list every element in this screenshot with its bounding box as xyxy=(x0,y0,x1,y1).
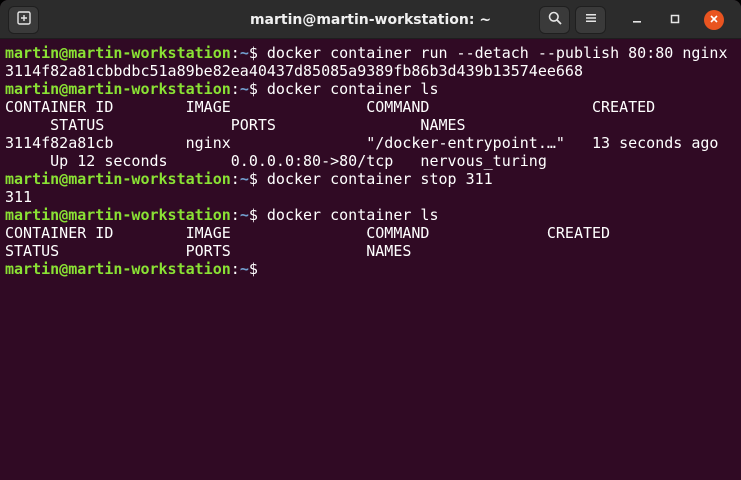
terminal-output-line: Up 12 seconds 0.0.0.0:80->80/tcp nervous… xyxy=(5,152,547,170)
title-bar: martin@martin-workstation: ~ xyxy=(0,0,741,39)
terminal-command-line: martin@martin-workstation:~$ docker cont… xyxy=(0,80,741,98)
prompt-user-host: martin@martin-workstation xyxy=(5,206,231,224)
terminal-output-line: STATUS PORTS NAMES xyxy=(5,242,412,260)
command-text: docker container stop 311 xyxy=(266,170,493,188)
terminal-command-line: martin@martin-workstation:~$ docker cont… xyxy=(0,44,741,62)
prompt-symbol: $ xyxy=(248,170,267,188)
prompt-symbol: $ xyxy=(248,260,267,278)
terminal-scrollbar[interactable] xyxy=(734,44,740,476)
prompt-path: ~ xyxy=(239,170,249,188)
prompt-user-host: martin@martin-workstation xyxy=(5,260,231,278)
command-text: docker container run --detach --publish … xyxy=(266,44,728,62)
prompt-symbol: $ xyxy=(248,44,267,62)
minimize-button[interactable] xyxy=(627,10,647,30)
terminal-command-line: martin@martin-workstation:~$ docker cont… xyxy=(0,170,741,188)
new-tab-icon xyxy=(16,10,31,30)
menu-button[interactable] xyxy=(575,6,606,34)
prompt-path: ~ xyxy=(239,80,249,98)
minimize-icon xyxy=(632,11,642,29)
prompt-symbol: $ xyxy=(248,206,267,224)
maximize-button[interactable] xyxy=(665,10,685,30)
terminal-output-line: CONTAINER ID IMAGE COMMAND CREATED xyxy=(5,224,611,242)
maximize-icon xyxy=(670,11,680,29)
terminal-output-line: 3114f82a81cb nginx "/docker-entrypoint.…… xyxy=(5,134,719,152)
prompt-separator: : xyxy=(230,260,240,278)
command-text: docker container ls xyxy=(266,80,439,98)
terminal-output-line: 3114f82a81cbbdbc51a89be82ea40437d85085a9… xyxy=(5,62,583,80)
terminal-cursor xyxy=(267,260,275,277)
terminal-output-line: 311 xyxy=(5,188,33,206)
prompt-user-host: martin@martin-workstation xyxy=(5,170,231,188)
close-button[interactable] xyxy=(704,10,724,30)
prompt-separator: : xyxy=(230,170,240,188)
hamburger-menu-icon xyxy=(585,11,597,29)
terminal-output-line: STATUS PORTS NAMES xyxy=(5,116,466,134)
command-text: docker container ls xyxy=(266,206,439,224)
prompt-user-host: martin@martin-workstation xyxy=(5,80,231,98)
terminal-output-line: CONTAINER ID IMAGE COMMAND CREATED xyxy=(5,98,656,116)
prompt-symbol: $ xyxy=(248,80,267,98)
prompt-user-host: martin@martin-workstation xyxy=(5,44,231,62)
terminal-window: martin@martin-workstation: ~ martin@mart… xyxy=(0,0,741,480)
terminal-command-line: martin@martin-workstation:~$ xyxy=(0,260,741,278)
terminal-command-line: martin@martin-workstation:~$ docker cont… xyxy=(0,206,741,224)
search-button[interactable] xyxy=(539,6,570,34)
search-icon xyxy=(548,11,562,30)
prompt-path: ~ xyxy=(239,260,249,278)
new-tab-button[interactable] xyxy=(8,6,39,34)
prompt-path: ~ xyxy=(239,44,249,62)
prompt-path: ~ xyxy=(239,206,249,224)
terminal-output[interactable]: martin@martin-workstation:~$ docker cont… xyxy=(0,39,741,480)
prompt-separator: : xyxy=(230,206,240,224)
close-icon xyxy=(709,11,719,29)
prompt-separator: : xyxy=(230,80,240,98)
prompt-separator: : xyxy=(230,44,240,62)
